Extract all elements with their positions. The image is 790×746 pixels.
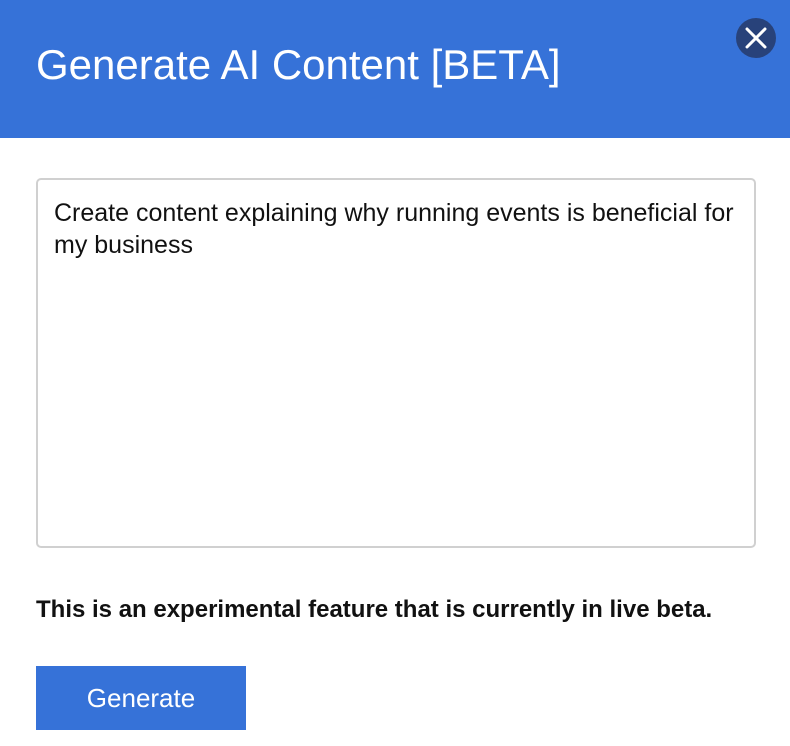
beta-notice-text: This is an experimental feature that is … (36, 596, 713, 623)
dialog-header: Generate AI Content [BETA] (0, 0, 790, 138)
generate-ai-content-dialog: Generate AI Content [BETA] Create conten… (0, 0, 790, 746)
prompt-textarea[interactable]: Create content explaining why running ev… (36, 178, 756, 548)
close-button[interactable] (736, 18, 776, 58)
generate-button[interactable]: Generate (36, 666, 246, 730)
close-icon (745, 27, 767, 49)
dialog-title: Generate AI Content [BETA] (36, 41, 561, 88)
